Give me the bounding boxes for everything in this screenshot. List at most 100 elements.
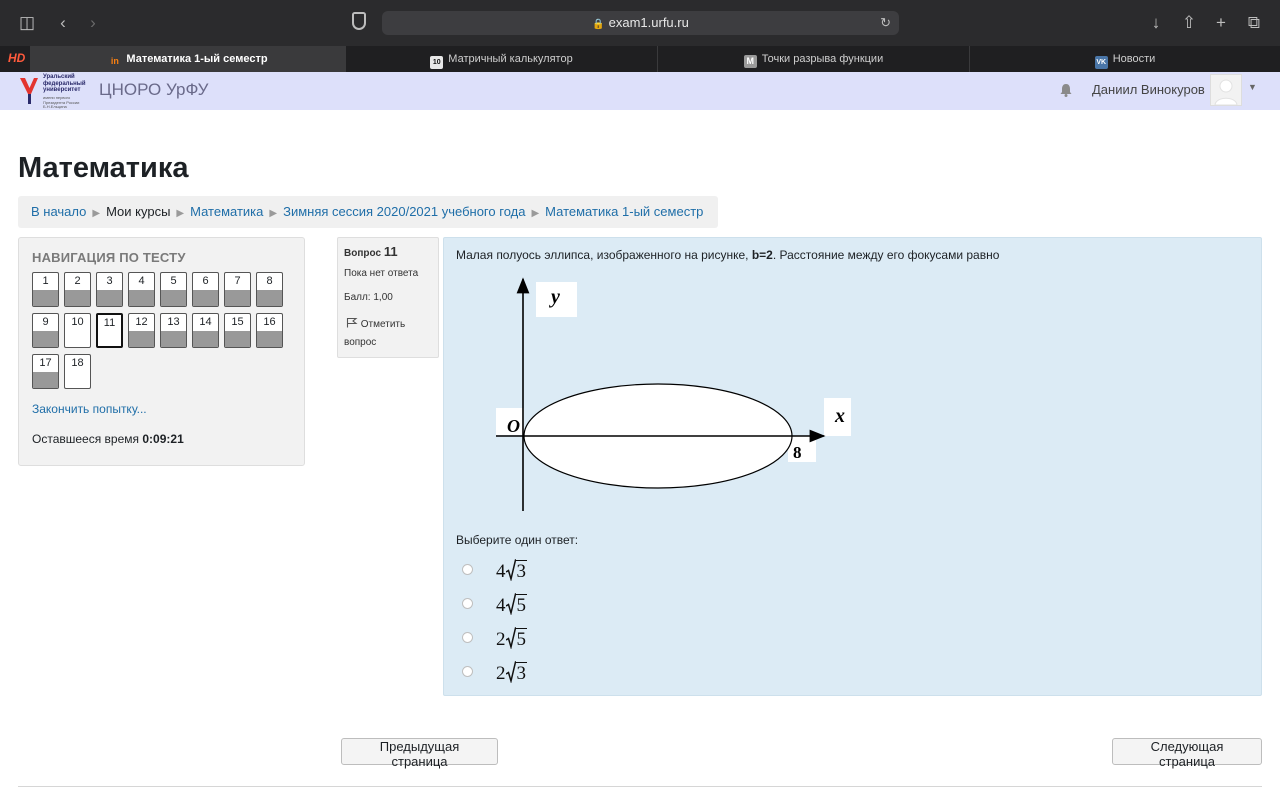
question-text-end: . Расстояние между его фокусами равно: [772, 248, 1000, 262]
notification-bell-icon[interactable]: [1058, 82, 1074, 98]
answered-indicator: [33, 331, 58, 347]
quiz-nav-question-4[interactable]: 4: [128, 272, 155, 307]
answer-math: 43: [496, 559, 527, 583]
quiz-nav-question-number: 12: [135, 316, 148, 328]
quiz-nav-question-17[interactable]: 17: [32, 354, 59, 389]
quiz-nav-question-15[interactable]: 15: [224, 313, 251, 348]
quiz-nav-question-number: 1: [42, 275, 49, 287]
sidebar-toggle-icon[interactable]: ◫: [16, 12, 38, 34]
address-bar[interactable]: 🔒 exam1.urfu.ru ↻: [382, 11, 899, 35]
quiz-navigation-block: НАВИГАЦИЯ ПО ТЕСТУ 1 2 3 4 5 6 7 8 9 10 11 12 13 14 15…: [18, 237, 305, 466]
quiz-nav-question-number: 10: [71, 316, 84, 328]
quiz-nav-question-5[interactable]: 5: [160, 272, 187, 307]
back-icon[interactable]: ‹: [52, 12, 74, 34]
next-page-button[interactable]: Следующая страница: [1112, 738, 1262, 769]
urfu-logo-icon[interactable]: [18, 74, 40, 106]
question-state: Пока нет ответа: [344, 268, 419, 279]
answer-radio[interactable]: [462, 632, 473, 643]
flag-question-button[interactable]: Отметить вопрос: [344, 316, 432, 352]
time-left: Оставшееся время 0:09:21: [32, 432, 184, 446]
site-header: Уральский федеральный университет имени …: [0, 72, 1280, 110]
reload-icon[interactable]: ↻: [880, 11, 891, 35]
breadcrumb-home[interactable]: В начало: [31, 204, 86, 219]
quiz-nav-question-8[interactable]: 8: [256, 272, 283, 307]
breadcrumb-math-semester[interactable]: Математика 1-ый семестр: [545, 204, 703, 219]
answered-indicator: [129, 331, 154, 347]
answered-indicator: [193, 331, 218, 347]
quiz-nav-question-14[interactable]: 14: [192, 313, 219, 348]
breadcrumb-separator-icon: ▶: [176, 208, 185, 219]
quiz-nav-question-6[interactable]: 6: [192, 272, 219, 307]
share-icon[interactable]: ⇧: [1178, 12, 1200, 34]
shield-icon[interactable]: [352, 12, 366, 30]
quiz-nav-question-18[interactable]: 18: [64, 354, 91, 389]
answer-radicand: 5: [515, 594, 527, 616]
quiz-nav-question-number: 9: [42, 316, 49, 328]
answer-math: 23: [496, 661, 527, 685]
answer-radio[interactable]: [462, 564, 473, 575]
download-icon[interactable]: ↓: [1145, 12, 1167, 34]
browser-toolbar: ◫ ‹ › 🔒 exam1.urfu.ru ↻ ↓ ⇧ + ⧉: [0, 0, 1280, 46]
answer-radio[interactable]: [462, 666, 473, 677]
question-content: Малая полуось эллипса, изображенного на …: [443, 237, 1262, 696]
quiz-nav-question-10[interactable]: 10: [64, 313, 91, 348]
square-root-icon: [505, 661, 516, 684]
question-text-bold: b=2: [751, 248, 773, 262]
answered-indicator: [161, 290, 186, 306]
quiz-nav-question-number: 6: [202, 275, 209, 287]
tab-discontinuity-points[interactable]: M Точки разрыва функции: [657, 46, 969, 72]
breadcrumb-winter-session[interactable]: Зимняя сессия 2020/2021 учебного года: [283, 204, 525, 219]
quiz-nav-question-2[interactable]: 2: [64, 272, 91, 307]
answered-indicator: [161, 331, 186, 347]
quiz-nav-question-13[interactable]: 13: [160, 313, 187, 348]
quiz-nav-question-number: 15: [231, 316, 244, 328]
quiz-nav-question-number: 3: [106, 275, 113, 287]
answer-prompt: Выберите один ответ:: [456, 533, 579, 547]
logo-text: Уральский федеральный университет: [43, 74, 86, 93]
quiz-nav-question-3[interactable]: 3: [96, 272, 123, 307]
user-name[interactable]: Даниил Винокуров: [1092, 82, 1205, 97]
quiz-nav-question-number: 7: [234, 275, 241, 287]
question-number: 11: [383, 244, 398, 259]
previous-page-button[interactable]: Предыдущая страница: [341, 738, 498, 769]
breadcrumb-separator-icon: ▶: [92, 208, 101, 219]
new-tab-icon[interactable]: +: [1210, 12, 1232, 34]
tab-matrix-calculator[interactable]: 10 Матричный калькулятор: [345, 46, 657, 72]
answer-radio[interactable]: [462, 598, 473, 609]
answered-indicator: [129, 290, 154, 306]
question-info: Вопрос 11 Пока нет ответа Балл: 1,00 Отм…: [337, 237, 439, 358]
finish-attempt-link[interactable]: Закончить попытку...: [32, 402, 147, 416]
forward-icon[interactable]: ›: [82, 12, 104, 34]
origin-label: O: [507, 416, 520, 436]
quiz-nav-question-11[interactable]: 11: [96, 313, 123, 348]
breadcrumb: В начало ▶ Мои курсы ▶ Математика ▶ Зимняя сес…: [18, 196, 718, 228]
tab-label: Новости: [1112, 53, 1156, 65]
square-root-icon: [505, 559, 516, 582]
question-grade: Балл: 1,00: [344, 292, 393, 303]
tab-math-semester[interactable]: in Математика 1-ый семестр: [30, 46, 345, 72]
chevron-down-icon[interactable]: ▼: [1248, 82, 1257, 92]
site-name[interactable]: ЦНОРО УрФУ: [99, 80, 208, 100]
tab-label: Матричный калькулятор: [448, 53, 573, 65]
tab-news[interactable]: VK Новости: [969, 46, 1280, 72]
quiz-nav-question-9[interactable]: 9: [32, 313, 59, 348]
page-title: Математика: [18, 152, 189, 184]
quiz-nav-question-number: 8: [266, 275, 273, 287]
quiz-nav-question-number: 2: [74, 275, 81, 287]
tab-overview-icon[interactable]: ⧉: [1243, 12, 1265, 34]
breadcrumb-math[interactable]: Математика: [190, 204, 263, 219]
answer-math: 25: [496, 627, 527, 651]
quiz-nav-question-1[interactable]: 1: [32, 272, 59, 307]
quiz-nav-question-7[interactable]: 7: [224, 272, 251, 307]
logo-subtext: имени первого Президента России Б.Н.Ельц…: [43, 95, 80, 109]
m-icon: M: [743, 55, 757, 68]
time-left-label: Оставшееся время: [32, 432, 140, 446]
breadcrumb-separator-icon: ▶: [269, 208, 278, 219]
square-root-icon: [505, 593, 516, 616]
quiz-nav-question-12[interactable]: 12: [128, 313, 155, 348]
avatar[interactable]: [1210, 74, 1242, 106]
answer-coefficient: 4: [496, 561, 506, 582]
square-root-icon: [505, 627, 516, 650]
question-text: Малая полуось эллипса, изображенного на …: [456, 248, 999, 262]
quiz-nav-question-16[interactable]: 16: [256, 313, 283, 348]
